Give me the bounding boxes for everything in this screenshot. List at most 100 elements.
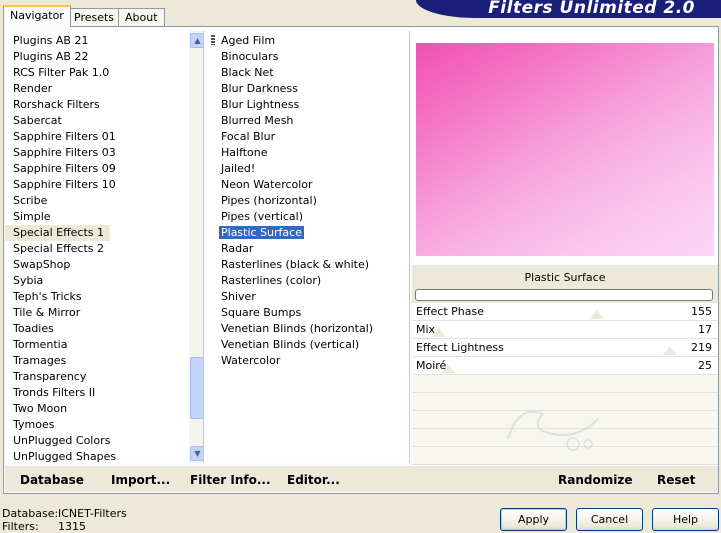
- filters-count-value: 1315: [58, 520, 86, 533]
- category-items: Plugins AB 21 Plugins AB 22 RCS Filter Pak…: [5, 33, 187, 463]
- filter-item-label: Blur Darkness: [221, 82, 298, 95]
- filter-item[interactable]: Shiver: [213, 289, 373, 305]
- category-item[interactable]: Render: [5, 81, 187, 97]
- filter-info-button[interactable]: Filter Info...: [190, 473, 271, 487]
- category-item[interactable]: Sybia: [5, 273, 187, 289]
- filter-item-label: Aged Film: [221, 34, 276, 47]
- filter-item[interactable]: Binoculars: [213, 49, 373, 65]
- filter-item-label: Neon Watercolor: [221, 178, 313, 191]
- category-item[interactable]: Plugins AB 21: [5, 33, 187, 49]
- filter-item[interactable]: Rasterlines (color): [213, 273, 373, 289]
- database-button[interactable]: Database: [20, 473, 84, 487]
- filter-item-label: Rasterlines (color): [221, 274, 322, 287]
- filter-item-label: Pipes (horizontal): [221, 194, 317, 207]
- filter-item[interactable]: Blurred Mesh: [213, 113, 373, 129]
- scroll-thumb[interactable]: [190, 357, 203, 419]
- reset-button[interactable]: Reset: [657, 473, 695, 487]
- filter-item[interactable]: Halftone: [213, 145, 373, 161]
- slider-thumb[interactable]: [663, 346, 677, 355]
- filter-item[interactable]: Pipes (horizontal): [213, 193, 373, 209]
- category-item[interactable]: Transparency: [5, 369, 187, 385]
- parameter-value: 219: [691, 341, 712, 354]
- category-item[interactable]: Special Effects 2: [5, 241, 187, 257]
- category-item[interactable]: Teph's Tricks: [5, 289, 187, 305]
- category-list[interactable]: Plugins AB 21 Plugins AB 22 RCS Filter Pak…: [5, 31, 204, 463]
- parameter-slider[interactable]: Effect Phase 155: [412, 303, 718, 321]
- category-item[interactable]: Two Moon: [5, 401, 187, 417]
- filter-item[interactable]: Radar: [213, 241, 373, 257]
- database-info: Database:ICNET-Filters Filters: 1315: [2, 508, 127, 533]
- filter-item[interactable]: Venetian Blinds (horizontal): [213, 321, 373, 337]
- filter-item[interactable]: Venetian Blinds (vertical): [213, 337, 373, 353]
- filter-item[interactable]: Pipes (vertical): [213, 209, 373, 225]
- filter-item[interactable]: Blur Darkness: [213, 81, 373, 97]
- tab-about[interactable]: About: [118, 8, 165, 26]
- category-item[interactable]: Sapphire Filters 09: [5, 161, 187, 177]
- category-item[interactable]: Tymoes: [5, 417, 187, 433]
- apply-button[interactable]: Apply: [500, 508, 567, 531]
- navigator-actions: Database Import... Filter Info... Editor…: [5, 466, 718, 492]
- tab-presets[interactable]: Presets: [67, 8, 122, 26]
- import-button[interactable]: Import...: [111, 473, 170, 487]
- parameter-slider[interactable]: Mix 17: [412, 321, 718, 339]
- scroll-down-button[interactable]: ▼: [190, 446, 203, 461]
- filter-item[interactable]: Rasterlines (black & white): [213, 257, 373, 273]
- filter-item[interactable]: Neon Watercolor: [213, 177, 373, 193]
- preview-container: [412, 31, 718, 263]
- slider-thumb[interactable]: [590, 310, 604, 319]
- filter-item[interactable]: Square Bumps: [213, 305, 373, 321]
- help-button[interactable]: Help: [652, 508, 719, 531]
- filter-item-label: Shiver: [221, 290, 256, 303]
- category-item[interactable]: UnPlugged Shapes: [5, 449, 187, 463]
- category-item[interactable]: Simple: [5, 209, 187, 225]
- filter-item-label: Blur Lightness: [221, 98, 300, 111]
- category-item[interactable]: Rorshack Filters: [5, 97, 187, 113]
- cancel-button[interactable]: Cancel: [576, 508, 643, 531]
- category-item[interactable]: Tormentia: [5, 337, 187, 353]
- category-item[interactable]: Sapphire Filters 10: [5, 177, 187, 193]
- filters-count-label: Filters:: [2, 520, 39, 533]
- parameter-slider[interactable]: Moiré 25: [412, 357, 718, 375]
- filter-item-label: Jailed!: [221, 162, 256, 175]
- parameter-value: 155: [691, 305, 712, 318]
- filter-item-label: Pipes (vertical): [221, 210, 304, 223]
- category-item[interactable]: Toadies: [5, 321, 187, 337]
- scroll-up-button[interactable]: ▲: [190, 33, 203, 48]
- category-item[interactable]: Plugins AB 22: [5, 49, 187, 65]
- category-scrollbar[interactable]: ▲ ▼: [189, 31, 203, 463]
- category-item[interactable]: Sapphire Filters 03: [5, 145, 187, 161]
- filter-item[interactable]: Plastic Surface: [213, 225, 373, 241]
- category-item[interactable]: Special Effects 1: [5, 225, 111, 241]
- randomize-button[interactable]: Randomize: [558, 473, 632, 487]
- category-item[interactable]: Sapphire Filters 01: [5, 129, 187, 145]
- filter-items: Aged Film Binoculars Black Net Blur Darknes…: [213, 33, 373, 369]
- filter-item[interactable]: Aged Film: [213, 33, 373, 49]
- category-item[interactable]: Tramages: [5, 353, 187, 369]
- editor-button[interactable]: Editor...: [287, 473, 340, 487]
- parameter-slider[interactable]: Effect Lightness 219: [412, 339, 718, 357]
- selected-filter-name: Plastic Surface: [524, 271, 606, 284]
- filter-list[interactable]: Aged Film Binoculars Black Net Blur Darknes…: [208, 31, 410, 463]
- filter-item[interactable]: Focal Blur: [213, 129, 373, 145]
- category-item[interactable]: Sabercat: [5, 113, 187, 129]
- parameters-panel: Plastic Surface Effect Phase 155 Mix 17 Effe…: [412, 265, 718, 465]
- parameter-label: Effect Phase: [416, 305, 484, 318]
- category-item[interactable]: RCS Filter Pak 1.0: [5, 65, 187, 81]
- filter-item-label: Binoculars: [221, 50, 279, 63]
- filter-item[interactable]: Watercolor: [213, 353, 373, 369]
- parameter-value: 25: [698, 359, 712, 372]
- parameter-label: Moiré: [416, 359, 447, 372]
- category-item[interactable]: SwapShop: [5, 257, 187, 273]
- filter-item[interactable]: Jailed!: [213, 161, 373, 177]
- filter-item-label: Plastic Surface: [219, 226, 304, 239]
- filter-item[interactable]: Blur Lightness: [213, 97, 373, 113]
- category-item[interactable]: Scribe: [5, 193, 187, 209]
- category-item[interactable]: UnPlugged Colors: [5, 433, 187, 449]
- database-value: ICNET-Filters: [58, 507, 127, 520]
- tab-navigator[interactable]: Navigator: [3, 5, 71, 27]
- category-item[interactable]: Tile & Mirror: [5, 305, 187, 321]
- category-item[interactable]: Tronds Filters II: [5, 385, 187, 401]
- database-label: Database:: [2, 507, 59, 520]
- filter-item[interactable]: Black Net: [213, 65, 373, 81]
- filter-item-label: Black Net: [221, 66, 274, 79]
